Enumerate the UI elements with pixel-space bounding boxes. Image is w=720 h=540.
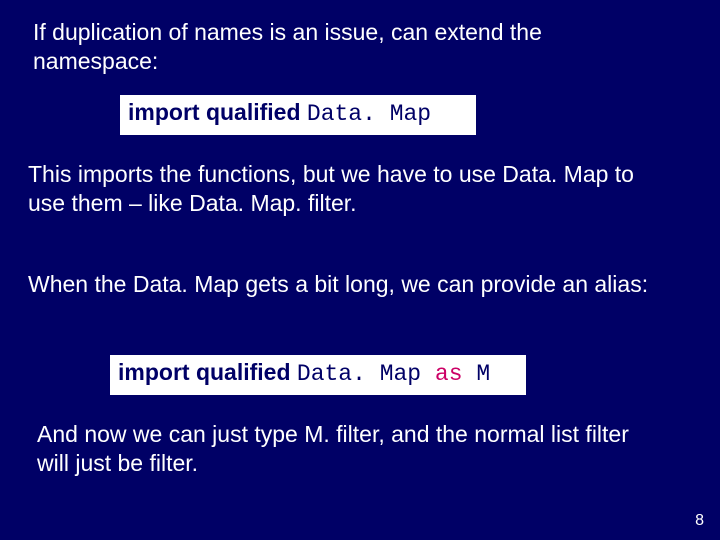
module-name: Data. Map: [307, 101, 431, 127]
paragraph-imports-explain: This imports the functions, but we have …: [28, 160, 668, 218]
code-import-qualified: import qualified Data. Map: [120, 95, 476, 135]
keyword-import: import qualified: [118, 359, 297, 385]
page-number: 8: [695, 512, 704, 530]
alias-name: M: [476, 361, 490, 387]
paragraph-alias-intro: When the Data. Map gets a bit long, we c…: [28, 270, 668, 299]
keyword-import: import qualified: [128, 99, 307, 125]
module-name: Data. Map: [297, 361, 435, 387]
keyword-as: as: [435, 361, 476, 387]
code-import-qualified-as: import qualified Data. Map as M: [110, 355, 526, 395]
paragraph-namespace-intro: If duplication of names is an issue, can…: [33, 18, 653, 76]
paragraph-alias-usage: And now we can just type M. filter, and …: [37, 420, 657, 478]
slide: If duplication of names is an issue, can…: [0, 0, 720, 540]
